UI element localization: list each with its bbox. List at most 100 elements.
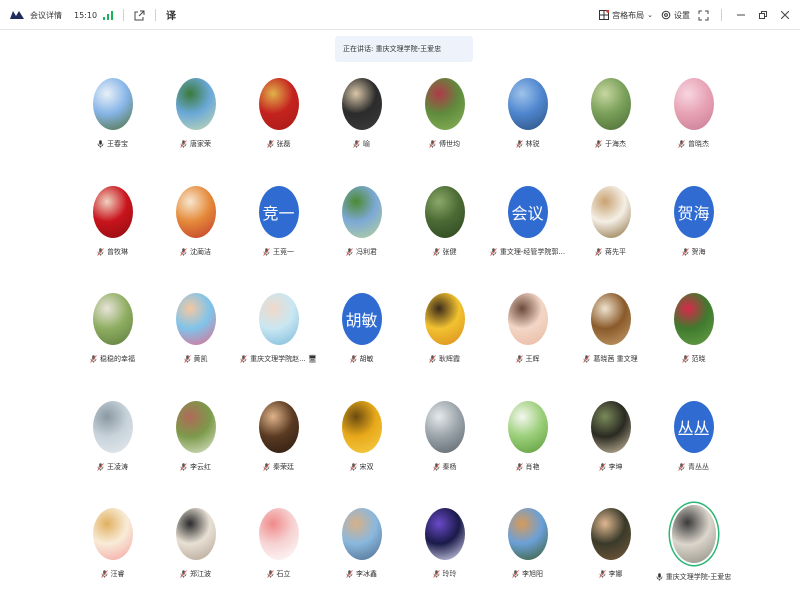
participant-tile[interactable]: 秦杨 [403,397,486,505]
translate-icon[interactable]: 译 [166,9,178,21]
avatar-photo [341,400,382,453]
mic-muted-icon [515,140,523,148]
avatar-photo [92,508,133,560]
participant-name: 胡敏 [359,355,374,363]
participant-tile[interactable]: 汪睿 [71,504,154,600]
participant-tile[interactable]: 蒋先平 [569,182,652,290]
participant-name-row: 重文理-经管学院郭... [490,247,565,257]
avatar-photo [341,185,382,238]
meeting-details-link[interactable]: 会议详情 [30,10,62,21]
mic-muted-icon [263,462,270,471]
participant-tile[interactable]: 石立 [237,504,320,600]
participant-tile[interactable]: 林锐 [486,74,569,182]
participant-tile[interactable]: 黄凯 [154,289,237,397]
mic-muted-icon [429,140,436,148]
participant-name: 张磊 [276,140,291,148]
participant-name: 重庆文理学院-王爱忠 [665,573,732,581]
participant-tile[interactable]: 重庆文理学院赵... 🖥 [237,289,320,397]
avatar-photo [258,400,299,453]
mic-muted-icon [515,462,523,471]
participant-tile[interactable]: 会议重文理-经管学院郭... [486,182,569,290]
participant-tile[interactable]: 丛丛 青丛丛 [652,397,735,505]
participant-name: 冯利君 [356,247,377,256]
share-external-icon[interactable] [134,10,145,21]
participant-tile[interactable]: 宋双 [320,397,403,505]
participant-tile[interactable]: 于海杰 [569,74,652,182]
participant-tile[interactable]: 张磊 [237,74,320,182]
minimize-button[interactable] [734,8,748,22]
participant-tile[interactable]: 稳稳的幸福 [71,289,154,397]
participant-tile[interactable]: 竞一 王竞一 [237,182,320,290]
participant-tile[interactable]: 沈蔺洁 [154,182,237,290]
close-icon [781,11,789,19]
participant-tile[interactable]: 王凌涛 [71,397,154,505]
participant-tile[interactable]: 贺海 贺海 [652,182,735,290]
participant-tile[interactable]: 李旭阳 [486,504,569,600]
participant-name: 喻 [363,140,370,148]
participant-tile[interactable]: 耿辉霞 [403,289,486,397]
participant-name: 沈蔺洁 [190,247,211,256]
avatar-initials: 竞一 [262,203,295,223]
participant-name-row: 李娜 [598,569,623,579]
restore-button[interactable] [756,8,770,22]
participant-tile[interactable]: 傅世均 [403,74,486,182]
participant-tile[interactable]: 唐家荣 [154,74,237,182]
avatar-photo [175,78,216,130]
avatar-initials: 胡敏 [345,311,378,330]
divider [721,9,722,21]
fullscreen-icon[interactable] [698,10,709,21]
close-button[interactable] [778,8,792,22]
participant-tile[interactable]: 秦荣廷 [237,397,320,505]
participant-tile[interactable]: 李冰鑫 [320,504,403,600]
participant-tile[interactable]: 葛晓茜 重文理 [569,289,652,397]
mic-muted-icon [681,247,689,256]
participant-tile[interactable]: 郑江波 [154,504,237,600]
avatar-photo [92,78,133,130]
layout-button[interactable]: 宫格布局 ⌄ [599,10,653,21]
participant-tile[interactable]: 曾晓杰 [652,74,735,182]
participant-tile[interactable]: 李娜 [569,504,652,600]
participant-name: 秦杨 [442,462,457,471]
mic-muted-icon [512,570,519,578]
participant-tile[interactable]: 李云红 [154,397,237,505]
participant-tile[interactable]: 曾牧琳 [71,182,154,290]
participant-name-row: 林锐 [515,139,540,149]
mic-muted-icon [183,355,191,363]
participant-name: 耿辉霞 [439,355,460,363]
settings-button[interactable]: 设置 [661,10,690,21]
participant-name: 宋双 [359,462,374,471]
chevron-down-icon: ⌄ [647,11,653,19]
participant-name-row: 肖艳 [515,462,540,472]
participant-tile[interactable]: 玲玲 [403,504,486,600]
participant-name: 于海杰 [605,140,626,148]
avatar-photo [92,400,133,453]
participant-name: 重文理-经管学院郭... [499,247,566,256]
participant-tile[interactable]: 李坤 [569,397,652,505]
participant-tile[interactable]: 王春宝 [71,74,154,182]
participant-name-row: 石立 [266,569,291,579]
participant-name-row: 李云红 [180,462,211,472]
participant-tile[interactable]: 肖艳 [486,397,569,505]
mic-muted-icon [595,140,602,148]
mic-muted-icon [263,247,270,256]
participant-tile[interactable]: 喻 [320,74,403,182]
mic-muted-icon [429,355,436,363]
participant-tile[interactable]: 胡敏 胡敏 [320,289,403,397]
participant-tile[interactable]: 张健 [403,182,486,290]
participant-name-row: 张健 [432,247,457,257]
avatar-photo [590,293,631,345]
mic-muted-icon [180,140,187,148]
mic-muted-icon [349,355,357,363]
participant-name: 秦荣廷 [273,462,294,471]
participant-name-row: 喻 [353,139,370,149]
participant-tile[interactable]: 冯利君 [320,182,403,290]
participant-tile[interactable]: 重庆文理学院-王爱忠 [652,504,735,600]
participant-name: 范晓 [691,355,706,363]
participant-tile[interactable]: 范晓 [652,289,735,397]
participant-name: 李旭阳 [522,570,543,578]
avatar-initials: 贺海 [677,203,710,223]
participant-name: 黄凯 [193,355,208,363]
participant-tile[interactable]: 王辉 [486,289,569,397]
participant-name: 王辉 [525,355,540,363]
avatar-initials: 会议 [511,203,544,223]
